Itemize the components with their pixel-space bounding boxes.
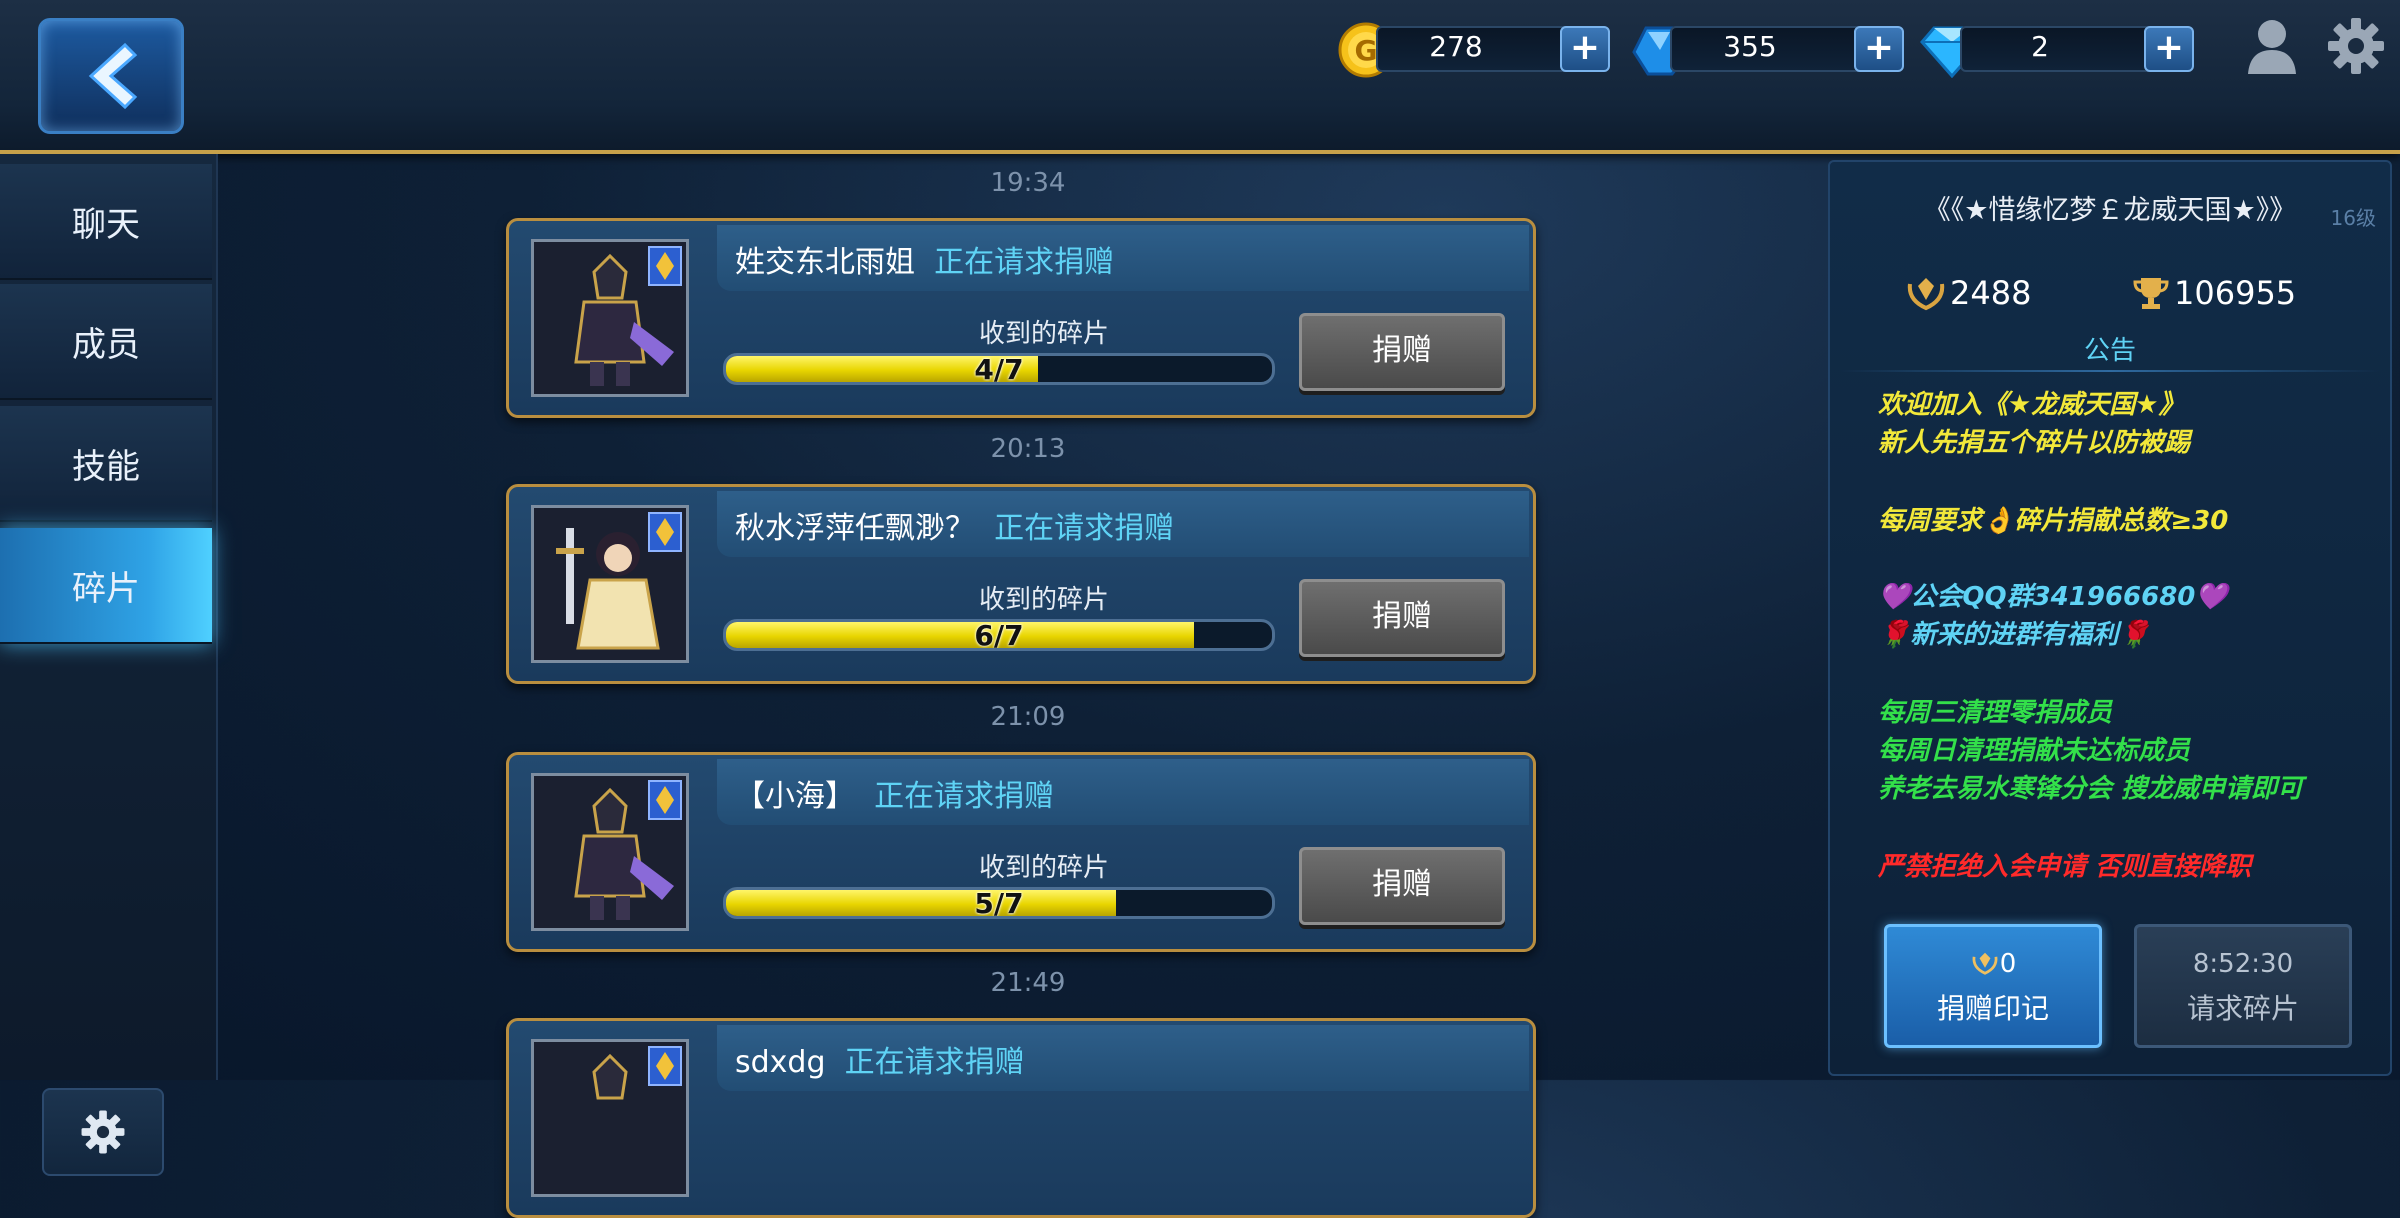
crystal-value: 355	[1723, 30, 1777, 63]
request-time: 21:09	[990, 702, 1066, 732]
progress-text: 4/7	[974, 353, 1024, 385]
tab-chat[interactable]: 聊天	[0, 164, 212, 280]
rank-badge-icon	[648, 246, 682, 286]
gold-counter: G 278 +	[1336, 22, 1616, 78]
laurel-badge-icon	[1907, 278, 1945, 311]
request-status: 正在请求捐赠	[934, 245, 1115, 280]
donate-button[interactable]: 捐赠	[1299, 579, 1505, 657]
settings-gear-icon[interactable]	[2326, 16, 2386, 76]
notice-line: 每周日清理捐献未达标成员	[1878, 736, 2191, 766]
progress-text: 5/7	[974, 887, 1024, 919]
fragment-progress-bar: 5/7	[723, 887, 1275, 919]
notice-line: 养老去易水寒锋分会 搜龙威申请即可	[1878, 774, 2304, 804]
request-card: 姓交东北雨姐 正在请求捐赠 收到的碎片 4/7 捐赠	[506, 218, 1536, 418]
request-fragment-label: 请求碎片	[2186, 992, 2299, 1025]
guild-sidebar: 聊天 成员 技能 碎片	[0, 154, 218, 1176]
tab-fragments[interactable]: 碎片	[0, 528, 212, 644]
hero-avatar-dark-knight	[531, 239, 689, 397]
hero-avatar-sword-princess	[531, 505, 689, 663]
notice-line: 💜公会QQ群341966680💜	[1878, 582, 2228, 612]
rank-badge-icon	[648, 512, 682, 552]
diamond-value: 2	[2031, 30, 2049, 63]
request-status: 正在请求捐赠	[844, 1045, 1025, 1080]
requester-name: 姓交东北雨姐	[735, 245, 915, 280]
request-status: 正在请求捐赠	[994, 511, 1175, 546]
guild-name: 《《★惜缘忆梦￡龙威天国★》》	[1923, 195, 2297, 226]
guild-stat2-value: 106955	[2174, 274, 2297, 312]
notice-line: 🌹新来的进群有福利🌹	[1878, 620, 2151, 650]
add-crystal-button[interactable]: +	[1854, 26, 1904, 72]
add-gold-button[interactable]: +	[1560, 26, 1610, 72]
requester-line: 【小海】 正在请求捐赠	[735, 771, 1054, 815]
back-arrow-icon	[88, 42, 138, 110]
received-label: 收到的碎片	[978, 585, 1109, 615]
request-card: 秋水浮萍任飘渺？ 正在请求捐赠 收到的碎片 6/7 捐赠	[506, 484, 1536, 684]
requester-name: 秋水浮萍任飘渺？	[735, 511, 975, 546]
request-card: sdxdg 正在请求捐赠	[506, 1018, 1536, 1218]
notice-line: 严禁拒绝入会申请 否则直接降职	[1878, 852, 2252, 882]
add-diamond-button[interactable]: +	[2144, 26, 2194, 72]
notice-line: 新人先捐五个碎片以防被踢	[1878, 428, 2191, 458]
notice-divider	[1840, 370, 2380, 372]
requester-line: sdxdg 正在请求捐赠	[735, 1037, 1025, 1081]
donate-mark-label: 捐赠印记	[1936, 992, 2049, 1025]
requester-line: 秋水浮萍任飘渺？ 正在请求捐赠	[735, 503, 1174, 547]
guild-stat-badge: 2488	[1906, 274, 2031, 312]
fragment-progress-bar: 4/7	[723, 353, 1275, 385]
guild-stat-trophy: 106955	[2132, 274, 2296, 312]
trophy-icon	[2133, 278, 2169, 309]
request-cooldown-timer: 8:52:30	[2192, 949, 2294, 979]
notice-line: 欢迎加入《★龙威天国★》	[1878, 390, 2185, 420]
request-time: 20:13	[990, 434, 1066, 464]
notice-line: 每周要求👌碎片捐献总数≥30	[1878, 506, 2229, 536]
received-label: 收到的碎片	[978, 319, 1109, 349]
crystal-counter: 355 +	[1630, 22, 1910, 76]
guild-stat1-value: 2488	[1950, 274, 2032, 312]
received-label: 收到的碎片	[978, 853, 1109, 883]
request-time: 21:49	[990, 968, 1066, 998]
user-profile-icon[interactable]	[2244, 16, 2300, 76]
rank-badge-icon	[648, 780, 682, 820]
tab-members[interactable]: 成员	[0, 284, 212, 400]
top-bar: G 278 + 355 + 2 +	[0, 0, 2400, 154]
requester-name: 【小海】	[735, 779, 855, 814]
request-status: 正在请求捐赠	[874, 779, 1055, 814]
svg-text:G: G	[1355, 34, 1378, 67]
request-time: 19:34	[990, 168, 1066, 198]
notice-title: 公告	[2083, 336, 2136, 366]
donate-button[interactable]: 捐赠	[1299, 313, 1505, 391]
hero-avatar-dark-knight	[531, 773, 689, 931]
tab-skills[interactable]: 技能	[0, 406, 212, 522]
rank-badge-icon	[648, 1046, 682, 1086]
sidebar-settings-button[interactable]	[42, 1088, 164, 1176]
guild-info-panel: 《《★惜缘忆梦￡龙威天国★》》 16级 2488 106955 公告 欢迎加入《…	[1828, 160, 2392, 1076]
hero-avatar-dark-knight	[531, 1039, 689, 1197]
fragment-progress-bar: 6/7	[723, 619, 1275, 651]
requester-line: 姓交东北雨姐 正在请求捐赠	[735, 237, 1114, 281]
donate-mark-button[interactable]: 0 捐赠印记	[1884, 924, 2102, 1048]
progress-text: 6/7	[974, 619, 1024, 651]
guild-level: 16级	[2330, 206, 2376, 230]
donate-button[interactable]: 捐赠	[1299, 847, 1505, 925]
request-fragment-button[interactable]: 8:52:30 请求碎片	[2134, 924, 2352, 1048]
back-button[interactable]	[38, 18, 184, 134]
diamond-counter: 2 +	[1920, 22, 2200, 78]
donate-mark-count-row: 0	[1887, 949, 2099, 979]
gear-icon	[81, 1110, 125, 1154]
laurel-badge-icon	[1972, 952, 1998, 975]
gold-value: 278	[1429, 30, 1483, 63]
notice-line: 每周三清理零捐成员	[1878, 698, 2113, 728]
requester-name: sdxdg	[735, 1045, 826, 1080]
donate-mark-count: 0	[1999, 949, 2017, 979]
request-card: 【小海】 正在请求捐赠 收到的碎片 5/7 捐赠	[506, 752, 1536, 952]
